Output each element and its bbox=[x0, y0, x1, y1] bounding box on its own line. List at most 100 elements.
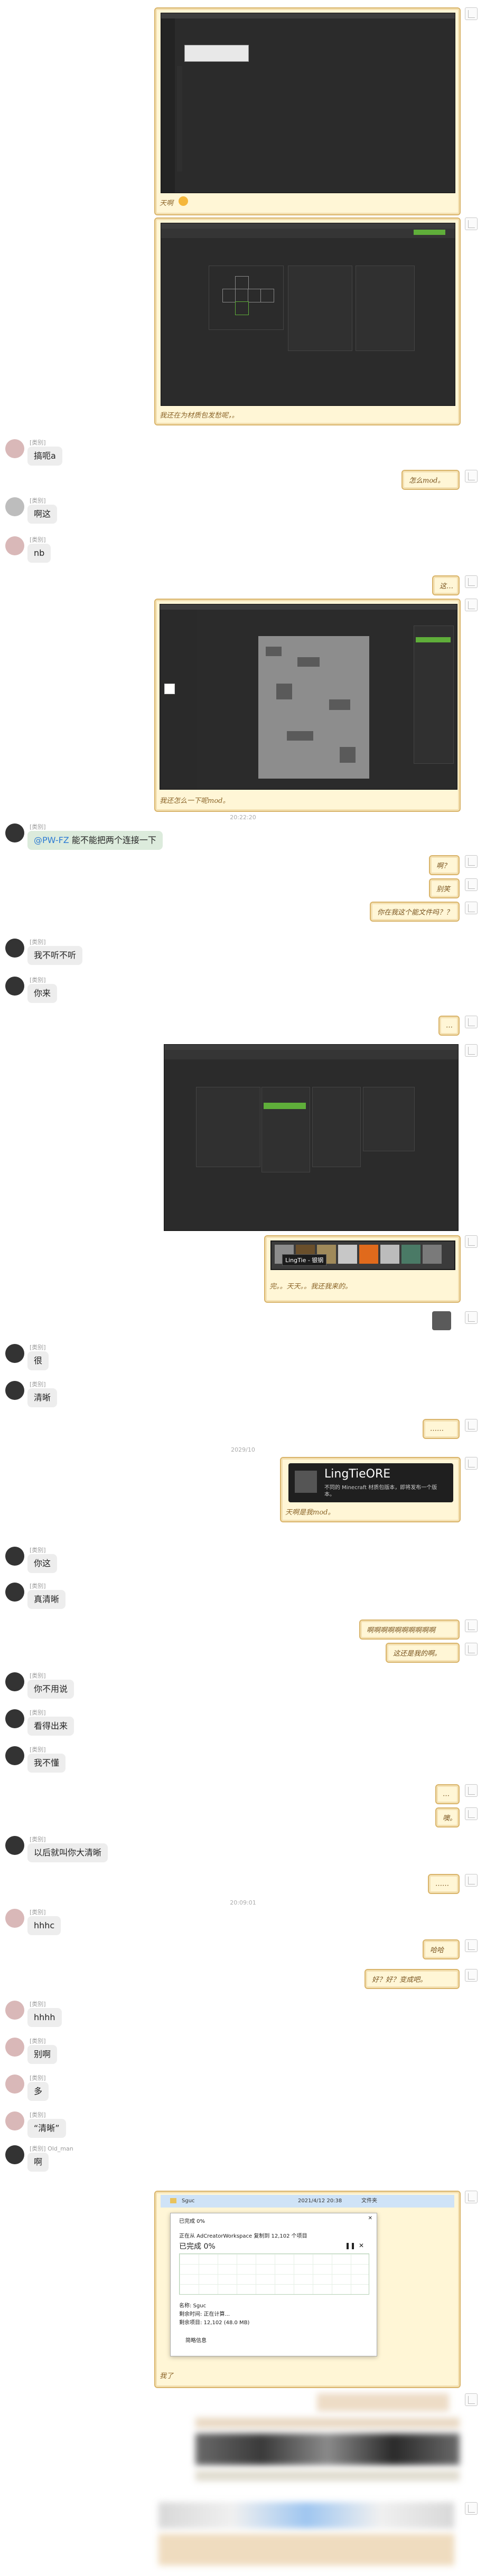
my-image-message-4[interactable]: LingTie - 银钢 完。。天天。。我还我来的。 bbox=[264, 1235, 461, 1303]
sender-name: [类别] Old_man bbox=[30, 2145, 73, 2152]
message-bubble: 以后就叫你大清晰 bbox=[27, 1843, 108, 1862]
mention[interactable]: @PW-FZ bbox=[34, 835, 69, 845]
copy-progress-dialog[interactable]: 已完成 0% ✕ 正在从 AdCreatorWorkspace 复制到 12,1… bbox=[170, 2213, 377, 2356]
emoji-icon bbox=[179, 196, 188, 206]
my-message[interactable]: 啊？ bbox=[429, 855, 460, 875]
avatar[interactable] bbox=[5, 1547, 24, 1566]
sender-name: [类别] bbox=[30, 1672, 46, 1679]
screenshot-pixel-editor bbox=[160, 604, 457, 790]
my-message[interactable]: 这还是我的啊。 bbox=[386, 1643, 460, 1663]
avatar[interactable] bbox=[5, 1746, 24, 1765]
my-message[interactable]: 别笑 bbox=[429, 878, 460, 898]
my-message[interactable]: 哈哈 bbox=[423, 1939, 460, 1959]
screenshot-texture-editor bbox=[161, 223, 455, 406]
blurred-content bbox=[195, 2433, 460, 2465]
message-bubble: @PW-FZ 能不能把两个连接一下 bbox=[27, 831, 163, 850]
card-title: LingTieORE bbox=[324, 1467, 391, 1481]
my-image-message-1[interactable]: 天啊 bbox=[154, 7, 461, 215]
avatar[interactable] bbox=[5, 1583, 24, 1602]
message-bubble: 我不听不听 bbox=[27, 946, 83, 965]
message-bubble: 你来 bbox=[27, 984, 58, 1003]
my-avatar bbox=[465, 1620, 478, 1632]
caption: 我还在为材质包发愁呢，。 bbox=[160, 412, 239, 420]
my-message[interactable]: 好？好？变成吧。 bbox=[364, 1969, 460, 1989]
my-message[interactable]: 噢。 bbox=[435, 1807, 460, 1827]
pause-icon[interactable]: ❚❚ bbox=[345, 2242, 356, 2249]
close-icon[interactable]: ✕ bbox=[368, 2215, 372, 2221]
my-card-message[interactable]: LingTieORE 不同的 Minecraft 材质包版本，即将发布一个版本。… bbox=[280, 1457, 461, 1522]
explorer-row: Sguc 2021/4/12 20:38 文件夹 bbox=[161, 2195, 454, 2208]
sender-name: [类别] bbox=[30, 939, 46, 945]
message-bubble: 搞呃a bbox=[27, 447, 62, 466]
screenshot-editor-panels[interactable] bbox=[164, 1044, 459, 1231]
my-message[interactable]: … bbox=[435, 1784, 460, 1804]
message-bubble: 清晰 bbox=[27, 1388, 58, 1407]
avatar[interactable] bbox=[5, 2145, 24, 2164]
my-message[interactable]: 这… bbox=[432, 575, 460, 595]
sender-name: [类别] bbox=[30, 497, 46, 504]
caption: 天啊是我mod。 bbox=[285, 1509, 335, 1517]
my-message[interactable]: … bbox=[438, 1016, 460, 1036]
cancel-icon[interactable]: ✕ bbox=[359, 2242, 364, 2249]
message-bubble: 啊这 bbox=[27, 505, 58, 524]
caption: 完。。天天。。我还我来的。 bbox=[269, 1283, 352, 1291]
sender-name: [类别] bbox=[30, 1909, 46, 1916]
avatar[interactable] bbox=[5, 439, 24, 458]
avatar[interactable] bbox=[5, 1709, 24, 1728]
sender-name: [类别] bbox=[30, 536, 46, 543]
my-message[interactable]: 怎么mod。 bbox=[401, 470, 460, 490]
blurred-content bbox=[195, 2418, 460, 2428]
speed-graph bbox=[179, 2253, 369, 2295]
my-avatar bbox=[465, 1235, 478, 1248]
message-bubble: 别啊 bbox=[27, 2045, 58, 2064]
blurred-content bbox=[158, 2534, 454, 2565]
message-bubble: 看得出来 bbox=[27, 1717, 74, 1736]
sender-name: [类别] bbox=[30, 1381, 46, 1388]
avatar[interactable] bbox=[5, 2038, 24, 2057]
avatar[interactable] bbox=[5, 1381, 24, 1400]
message-bubble: 啊 bbox=[27, 2153, 49, 2172]
message-bubble: 真清晰 bbox=[27, 1590, 66, 1609]
my-avatar bbox=[465, 902, 478, 914]
message-bubble: 你不用说 bbox=[27, 1680, 74, 1699]
sticker-block-icon[interactable] bbox=[432, 1311, 451, 1330]
avatar[interactable] bbox=[5, 939, 24, 958]
my-avatar bbox=[465, 855, 478, 868]
blurred-content bbox=[195, 2470, 460, 2481]
my-message[interactable]: 啊啊啊啊啊啊啊啊啊啊 bbox=[359, 1620, 460, 1640]
sender-name: [类别] bbox=[30, 2038, 46, 2044]
avatar[interactable] bbox=[5, 1836, 24, 1855]
avatar[interactable] bbox=[5, 536, 24, 555]
my-avatar bbox=[465, 1784, 478, 1797]
screenshot-ide-dark bbox=[161, 13, 455, 193]
my-message[interactable]: …… bbox=[423, 1419, 460, 1439]
my-avatar bbox=[465, 2191, 478, 2203]
avatar[interactable] bbox=[5, 1672, 24, 1691]
avatar[interactable] bbox=[5, 1909, 24, 1928]
my-avatar bbox=[465, 1643, 478, 1655]
my-image-message-5[interactable]: Sguc 2021/4/12 20:38 文件夹 已完成 0% ✕ 正在从 Ad… bbox=[154, 2191, 461, 2388]
avatar[interactable] bbox=[5, 823, 24, 842]
blurred-content bbox=[317, 2393, 449, 2411]
my-message[interactable]: …… bbox=[428, 1874, 460, 1894]
hotbar-image: LingTie - 银钢 bbox=[270, 1240, 455, 1270]
my-message[interactable]: 你在我这个能文件吗？？ bbox=[370, 902, 460, 922]
my-avatar bbox=[465, 2502, 478, 2515]
message-bubble: hhhh bbox=[27, 2008, 62, 2027]
my-avatar bbox=[465, 470, 478, 482]
avatar[interactable] bbox=[5, 1344, 24, 1363]
avatar[interactable] bbox=[5, 497, 24, 516]
my-avatar bbox=[465, 1457, 478, 1470]
sender-name: [类别] bbox=[30, 1709, 46, 1716]
message-bubble: nb bbox=[27, 544, 51, 563]
link-card[interactable]: LingTieORE 不同的 Minecraft 材质包版本，即将发布一个版本。 bbox=[288, 1463, 453, 1502]
avatar[interactable] bbox=[5, 2001, 24, 2020]
less-info-toggle[interactable]: 简略信息 bbox=[185, 2336, 207, 2344]
my-image-message-3[interactable]: 我还怎么一下呢mod。 bbox=[154, 599, 461, 812]
avatar[interactable] bbox=[5, 2075, 24, 2094]
my-image-message-2[interactable]: 我还在为材质包发愁呢，。 bbox=[154, 217, 461, 425]
my-avatar bbox=[465, 1419, 478, 1432]
avatar[interactable] bbox=[5, 977, 24, 996]
timestamp: 2029/10 bbox=[231, 1446, 255, 1453]
avatar[interactable] bbox=[5, 2111, 24, 2130]
